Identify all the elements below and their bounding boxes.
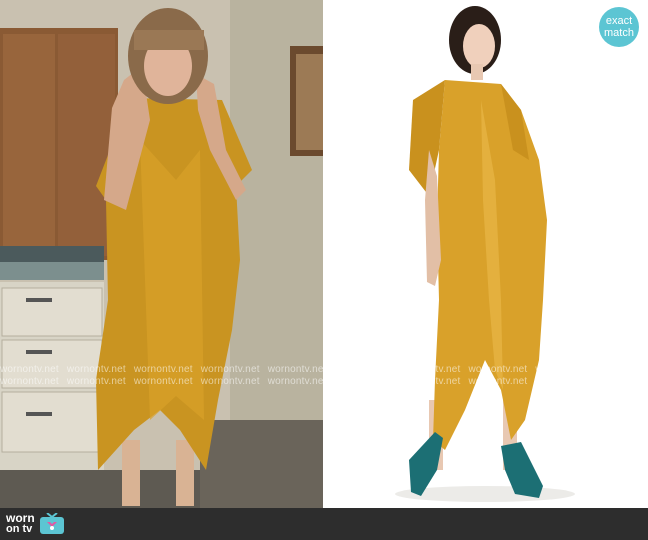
right-photo xyxy=(325,0,648,508)
brand-line-2: on tv xyxy=(6,523,33,535)
tv-icon xyxy=(39,513,64,534)
badge-line-2: match xyxy=(604,27,634,39)
worn-on-tv-logo[interactable]: worn on tv xyxy=(6,511,84,537)
left-photo xyxy=(0,0,323,508)
tv-scene-image xyxy=(0,0,323,508)
exact-match-badge[interactable]: exact match xyxy=(599,7,639,47)
footer-bar: worn on tv xyxy=(0,508,648,540)
brand-text: worn on tv xyxy=(6,512,35,535)
product-model-image xyxy=(325,0,648,508)
badge-line-1: exact xyxy=(605,15,633,27)
